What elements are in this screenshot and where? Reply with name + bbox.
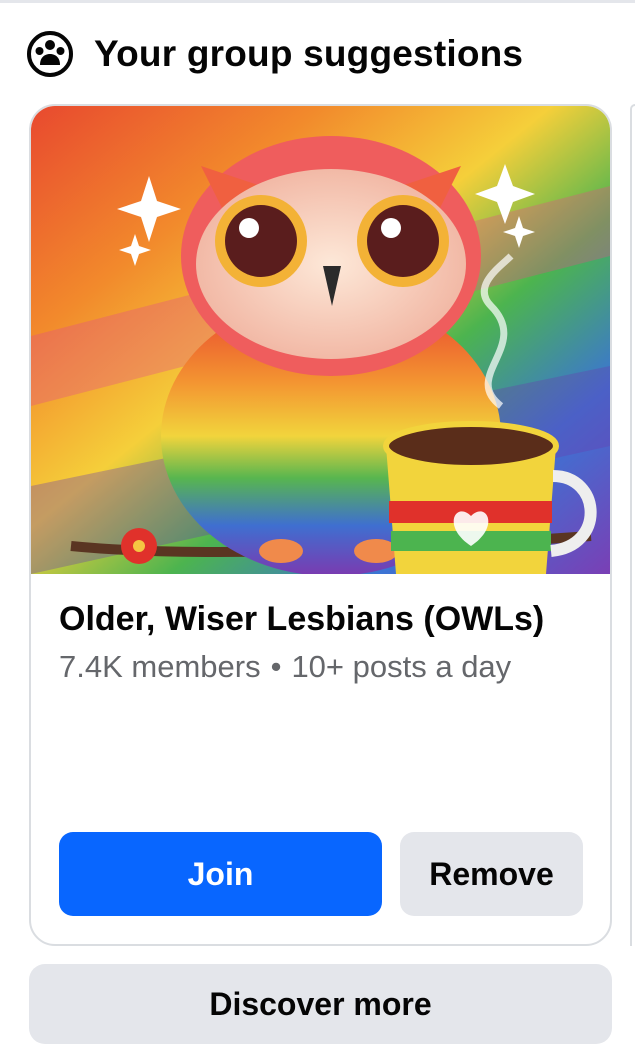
group-meta: 7.4K members • 10+ posts a day	[59, 647, 589, 687]
group-info: Older, Wiser Lesbians (OWLs) 7.4K member…	[59, 598, 589, 687]
group-cover-image[interactable]	[31, 106, 610, 574]
discover-more-button[interactable]: Discover more	[29, 964, 612, 1044]
section-header: Your group suggestions	[26, 28, 523, 80]
top-divider	[0, 0, 635, 3]
member-count: 7.4K members	[59, 649, 261, 684]
meta-separator: •	[270, 649, 282, 684]
groups-icon	[27, 31, 73, 77]
group-suggestion-card[interactable]: Older, Wiser Lesbians (OWLs) 7.4K member…	[29, 104, 612, 946]
section-title: Your group suggestions	[94, 33, 524, 74]
post-frequency: 10+ posts a day	[291, 649, 512, 684]
group-name[interactable]: Older, Wiser Lesbians (OWLs)	[59, 598, 589, 641]
join-button[interactable]: Join	[59, 832, 382, 916]
remove-button[interactable]: Remove	[400, 832, 583, 916]
next-card-edge	[630, 104, 635, 946]
